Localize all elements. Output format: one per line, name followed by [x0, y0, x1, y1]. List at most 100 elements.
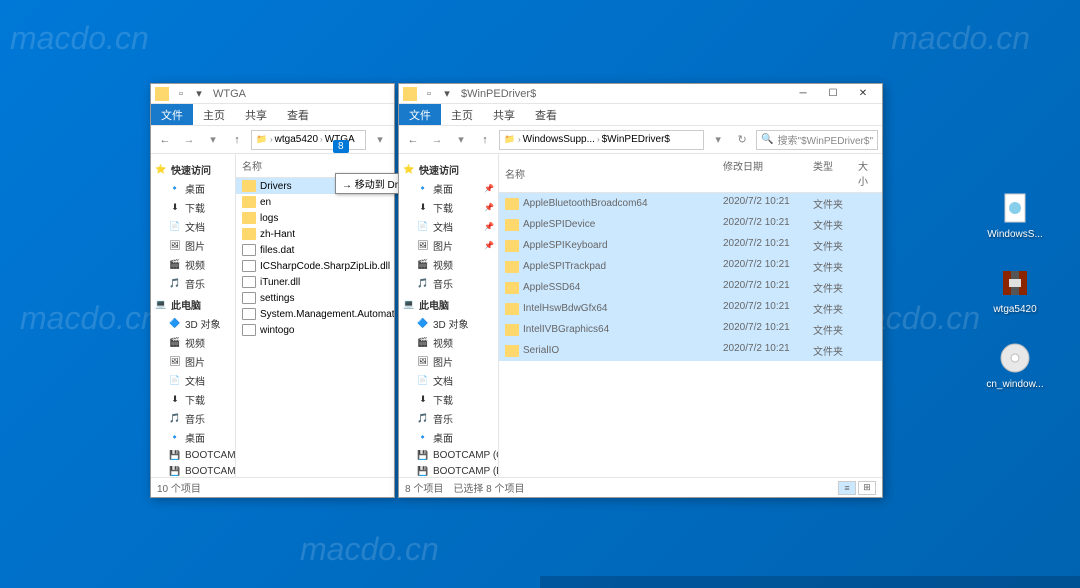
- ribbon-tab-share[interactable]: 共享: [483, 104, 525, 126]
- icons-view-button[interactable]: ⊞: [858, 481, 876, 495]
- breadcrumb[interactable]: 📁 › wtga5420 › WTGA: [251, 130, 366, 150]
- nav-dropdown[interactable]: ▾: [203, 130, 223, 150]
- sidebar-item-drive-d[interactable]: 💾BOOTCAMP (D:: [399, 463, 498, 477]
- titlebar[interactable]: ▫ ▾ $WinPEDriver$ ─ ☐ ✕: [399, 84, 882, 104]
- breadcrumb-dropdown[interactable]: ▾: [708, 130, 728, 150]
- ribbon-file-tab[interactable]: 文件: [399, 104, 441, 125]
- sidebar-item-music2[interactable]: 🎵音乐: [399, 409, 498, 428]
- column-header-name[interactable]: 名称: [499, 156, 717, 190]
- sidebar-item-music2[interactable]: 🎵音乐: [151, 409, 235, 428]
- sidebar-item-pictures2[interactable]: 🖼图片: [151, 352, 235, 371]
- titlebar[interactable]: ▫ ▾ WTGA: [151, 84, 394, 104]
- file-row[interactable]: System.Management.Automation.dll: [236, 306, 394, 322]
- sidebar-item-downloads[interactable]: ⬇下载📌: [399, 198, 498, 217]
- sidebar-item-drive-d[interactable]: 💾BOOTCAMP (D:: [151, 463, 235, 477]
- column-header-size[interactable]: 大小: [852, 156, 882, 190]
- file-row[interactable]: IntelIVBGraphics642020/7/2 10:21文件夹: [499, 319, 882, 340]
- column-header-date[interactable]: 修改日期: [717, 156, 807, 190]
- sidebar-item-videos2[interactable]: 🎬视频: [399, 333, 498, 352]
- file-row[interactable]: AppleSPITrackpad2020/7/2 10:21文件夹: [499, 256, 882, 277]
- navigation-pane[interactable]: ⭐快速访问 🔹桌面 ⬇下载 📄文档 🖼图片 🎬视频 🎵音乐 💻此电脑 🔷3D 对…: [151, 154, 236, 477]
- qat-dropdown[interactable]: ▾: [191, 86, 207, 102]
- sidebar-this-pc[interactable]: 💻此电脑: [151, 295, 235, 314]
- file-row[interactable]: ICSharpCode.SharpZipLib.dll: [236, 258, 394, 274]
- sidebar-item-dl2[interactable]: ⬇下载: [399, 390, 498, 409]
- sidebar-item-pictures[interactable]: 🖼图片: [151, 236, 235, 255]
- sidebar-item-desktop2[interactable]: 🔹桌面: [399, 428, 498, 447]
- qat-dropdown[interactable]: ▾: [439, 86, 455, 102]
- file-row[interactable]: wintogo: [236, 322, 394, 338]
- sidebar-item-pictures2[interactable]: 🖼图片: [399, 352, 498, 371]
- file-row[interactable]: AppleSPIKeyboard2020/7/2 10:21文件夹: [499, 235, 882, 256]
- qat-button[interactable]: ▫: [421, 86, 437, 102]
- file-row[interactable]: iTuner.dll: [236, 274, 394, 290]
- sidebar-item-3d[interactable]: 🔷3D 对象: [399, 314, 498, 333]
- sidebar-item-desktop[interactable]: 🔹桌面📌: [399, 179, 498, 198]
- breadcrumb-item[interactable]: $WinPEDriver$: [602, 134, 670, 145]
- ribbon-tab-home[interactable]: 主页: [441, 104, 483, 126]
- ribbon-tab-home[interactable]: 主页: [193, 104, 235, 126]
- nav-forward-button[interactable]: →: [427, 130, 447, 150]
- sidebar-item-videos[interactable]: 🎬视频: [399, 255, 498, 274]
- ribbon-tab-view[interactable]: 查看: [525, 104, 567, 126]
- file-list[interactable]: 名称 修改日期 类型 大小 AppleBluetoothBroadcom6420…: [499, 154, 882, 477]
- sidebar-quick-access[interactable]: ⭐快速访问: [151, 160, 235, 179]
- minimize-button[interactable]: ─: [788, 84, 818, 104]
- search-input[interactable]: 🔍 搜索"$WinPEDriver$": [756, 130, 878, 150]
- file-row[interactable]: IntelHswBdwGfx642020/7/2 10:21文件夹: [499, 298, 882, 319]
- desktop-icon-windowssupport[interactable]: WindowsS...: [985, 190, 1045, 240]
- navigation-pane[interactable]: ⭐快速访问 🔹桌面📌 ⬇下载📌 📄文档📌 🖼图片📌 🎬视频 🎵音乐 💻此电脑 🔷…: [399, 154, 499, 477]
- music-icon: 🎵: [417, 278, 429, 290]
- maximize-button[interactable]: ☐: [818, 84, 848, 104]
- sidebar-item-docs2[interactable]: 📄文档: [151, 371, 235, 390]
- file-row[interactable]: zh-Hant: [236, 226, 394, 242]
- qat-button[interactable]: ▫: [173, 86, 189, 102]
- sidebar-item-desktop2[interactable]: 🔹桌面: [151, 428, 235, 447]
- nav-back-button[interactable]: ←: [403, 130, 423, 150]
- file-row[interactable]: settings: [236, 290, 394, 306]
- breadcrumb-item[interactable]: WindowsSupp...: [523, 134, 595, 145]
- ribbon-file-tab[interactable]: 文件: [151, 104, 193, 125]
- taskbar[interactable]: [540, 576, 1080, 588]
- sidebar-item-music[interactable]: 🎵音乐: [399, 274, 498, 293]
- file-row[interactable]: en: [236, 194, 394, 210]
- breadcrumb-dropdown[interactable]: ▾: [370, 130, 390, 150]
- sidebar-item-desktop[interactable]: 🔹桌面: [151, 179, 235, 198]
- breadcrumb[interactable]: 📁 › WindowsSupp... › $WinPEDriver$: [499, 130, 704, 150]
- sidebar-item-music[interactable]: 🎵音乐: [151, 274, 235, 293]
- nav-up-button[interactable]: ↑: [227, 130, 247, 150]
- file-list[interactable]: 名称 Driversenlogszh-Hantfiles.datICSharpC…: [236, 154, 394, 477]
- refresh-button[interactable]: ↻: [732, 130, 752, 150]
- sidebar-item-pictures[interactable]: 🖼图片📌: [399, 236, 498, 255]
- file-row[interactable]: logs: [236, 210, 394, 226]
- sidebar-quick-access[interactable]: ⭐快速访问: [399, 160, 498, 179]
- sidebar-item-dl2[interactable]: ⬇下载: [151, 390, 235, 409]
- sidebar-item-videos[interactable]: 🎬视频: [151, 255, 235, 274]
- sidebar-this-pc[interactable]: 💻此电脑: [399, 295, 498, 314]
- ribbon-tab-view[interactable]: 查看: [277, 104, 319, 126]
- sidebar-item-drive-c[interactable]: 💾BOOTCAMP (C:: [399, 447, 498, 463]
- nav-forward-button[interactable]: →: [179, 130, 199, 150]
- ribbon-tab-share[interactable]: 共享: [235, 104, 277, 126]
- sidebar-item-downloads[interactable]: ⬇下载: [151, 198, 235, 217]
- sidebar-item-documents[interactable]: 📄文档📌: [399, 217, 498, 236]
- breadcrumb-item[interactable]: wtga5420: [275, 134, 318, 145]
- file-row[interactable]: AppleSPIDevice2020/7/2 10:21文件夹: [499, 214, 882, 235]
- close-button[interactable]: ✕: [848, 84, 878, 104]
- sidebar-item-docs2[interactable]: 📄文档: [399, 371, 498, 390]
- desktop-icon-iso[interactable]: cn_window...: [985, 340, 1045, 390]
- sidebar-item-documents[interactable]: 📄文档: [151, 217, 235, 236]
- details-view-button[interactable]: ≡: [838, 481, 856, 495]
- sidebar-item-3d[interactable]: 🔷3D 对象: [151, 314, 235, 333]
- file-row[interactable]: files.dat: [236, 242, 394, 258]
- nav-back-button[interactable]: ←: [155, 130, 175, 150]
- column-header-type[interactable]: 类型: [807, 156, 852, 190]
- file-row[interactable]: AppleBluetoothBroadcom642020/7/2 10:21文件…: [499, 193, 882, 214]
- file-row[interactable]: AppleSSD642020/7/2 10:21文件夹: [499, 277, 882, 298]
- nav-dropdown[interactable]: ▾: [451, 130, 471, 150]
- sidebar-item-drive-c[interactable]: 💾BOOTCAMP (C:: [151, 447, 235, 463]
- desktop-icon-wtga5420[interactable]: wtga5420: [985, 265, 1045, 315]
- nav-up-button[interactable]: ↑: [475, 130, 495, 150]
- sidebar-item-videos2[interactable]: 🎬视频: [151, 333, 235, 352]
- file-row[interactable]: SerialIO2020/7/2 10:21文件夹: [499, 340, 882, 361]
